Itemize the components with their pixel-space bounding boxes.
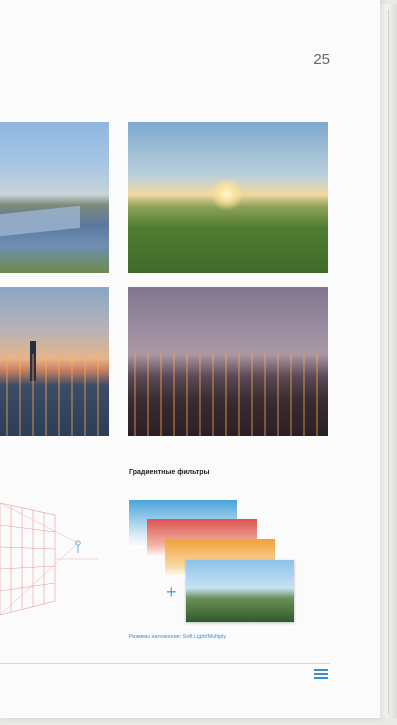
sun-glow [210,177,244,211]
page-number: 25 [313,51,330,68]
city-lights [128,354,328,436]
photo-night-city [128,287,328,436]
perspective-grid-diagram [0,502,98,616]
blend-mode-caption: Режимы наложения: Soft Light/Multiply [129,634,227,640]
photo-sunset-forest [128,122,328,273]
plus-icon: + [166,582,177,602]
page-stack-line [388,10,389,714]
section-title: Градиентные фильтры [129,469,210,476]
photo-river-city [0,122,109,273]
book-page: 25 Градиентные фильтры + Режимы наложени… [0,0,380,718]
photo-forest-sample [186,560,294,622]
photo-dusk-skyline [0,287,109,436]
river-shape [0,205,80,237]
menu-icon[interactable] [314,669,328,681]
city-lights [0,354,109,436]
footer-divider [0,663,330,664]
